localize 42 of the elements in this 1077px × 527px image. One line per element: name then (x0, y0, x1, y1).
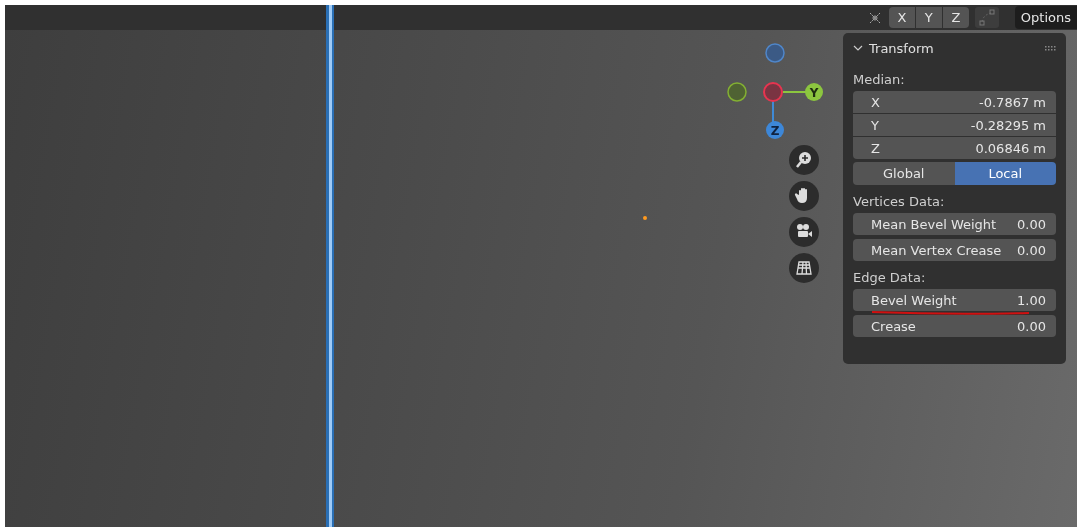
camera-button[interactable] (789, 217, 819, 247)
axis-button[interactable]: Z (942, 7, 969, 28)
section-label: Vertices Data: (853, 193, 946, 211)
axis-button[interactable]: X (888, 7, 915, 28)
field-value: -0.28295 m (970, 117, 1046, 133)
field-value: 0.00 (1017, 242, 1046, 258)
grid-button[interactable] (789, 253, 819, 283)
hand-button[interactable] (789, 181, 819, 211)
field-label: Mean Vertex Crease (871, 242, 1002, 258)
axis-gizmo-drawing[interactable]: Y Z (720, 40, 830, 160)
axis-label: Z (770, 124, 780, 138)
value-field[interactable]: Mean Bevel Weight 0.00 (853, 213, 1056, 235)
field-label: X (871, 94, 880, 110)
field-label: Z (871, 140, 880, 156)
axis-button[interactable]: Y (915, 7, 942, 28)
vertex-point (643, 216, 647, 220)
space-tab[interactable]: Global (853, 162, 955, 185)
field-value: 0.00 (1017, 216, 1046, 232)
field-value: 0.00 (1017, 318, 1046, 334)
options-button[interactable]: Options (1014, 6, 1077, 29)
chevron-icon (853, 43, 863, 53)
section-label: Median: (853, 71, 906, 89)
field-value: 0.06846 m (975, 140, 1046, 156)
field-label: Y (871, 117, 879, 133)
section-label: Edge Data: (853, 269, 927, 287)
grid-icon (794, 258, 814, 278)
value-field[interactable]: Mean Vertex Crease 0.00 (853, 239, 1056, 261)
field-label: Mean Bevel Weight (871, 216, 997, 232)
field-value: -0.7867 m (979, 94, 1046, 110)
field-label: Crease (871, 318, 916, 334)
panel-title: Transform (869, 40, 934, 56)
drag-handle-icon (1045, 45, 1056, 51)
field-label: Bevel Weight (871, 292, 957, 308)
value-field[interactable]: Z 0.06846 m (853, 137, 1056, 159)
value-field[interactable]: Crease 0.00 (853, 315, 1056, 337)
zoom-button[interactable] (789, 145, 819, 175)
zoom-icon (794, 150, 814, 170)
value-field[interactable]: X -0.7867 m (853, 91, 1056, 113)
value-field[interactable]: Y -0.28295 m (853, 114, 1056, 136)
space-tab[interactable]: Local (954, 162, 1056, 185)
field-value: 1.00 (1017, 292, 1046, 308)
axis-label: Y (809, 86, 819, 100)
